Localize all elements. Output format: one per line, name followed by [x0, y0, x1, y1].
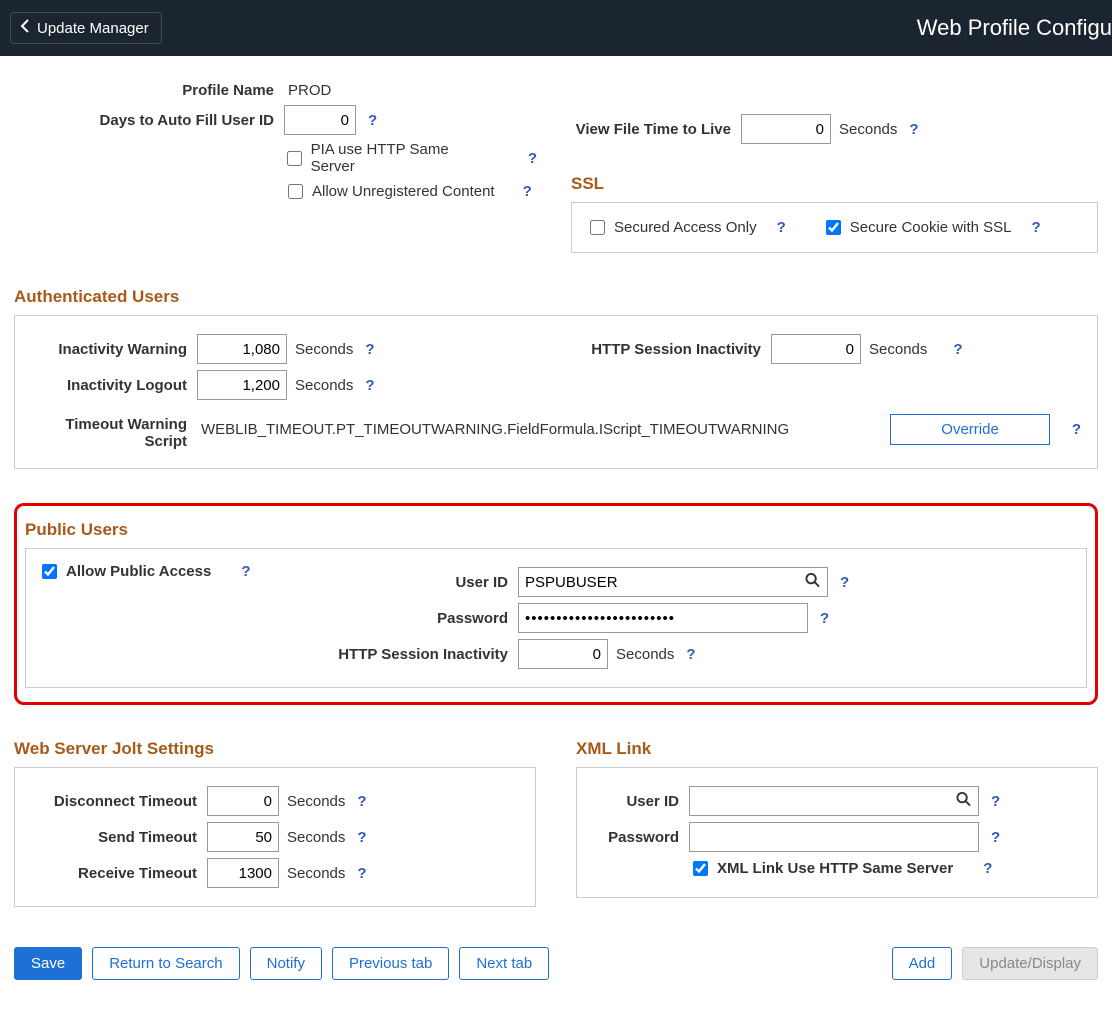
secure-cookie-label: Secure Cookie with SSL	[850, 219, 1012, 236]
help-icon[interactable]: ?	[519, 183, 536, 200]
help-icon[interactable]: ?	[949, 341, 966, 358]
inactivity-logout-input[interactable]	[197, 370, 287, 400]
xml-fieldset: User ID ? Password	[576, 767, 1098, 898]
help-icon[interactable]: ?	[905, 121, 922, 138]
view-file-ttl-label: View File Time to Live	[571, 121, 741, 138]
previous-tab-button[interactable]: Previous tab	[332, 947, 449, 980]
seconds-unit: Seconds	[287, 865, 345, 882]
help-icon[interactable]: ?	[1068, 421, 1085, 438]
seconds-unit: Seconds	[287, 793, 345, 810]
help-icon[interactable]: ?	[524, 150, 541, 167]
disconnect-input[interactable]	[207, 786, 279, 816]
page-title: Web Profile Configu	[917, 15, 1112, 41]
xml-same-server-label: XML Link Use HTTP Same Server	[717, 860, 953, 877]
send-input[interactable]	[207, 822, 279, 852]
public-users-highlight: Public Users Allow Public Access ? User …	[14, 503, 1098, 705]
help-icon[interactable]: ?	[237, 563, 254, 580]
notify-button[interactable]: Notify	[250, 947, 322, 980]
ssl-box: Secured Access Only ? Secure Cookie with…	[571, 202, 1098, 253]
xml-same-server-checkbox[interactable]	[693, 861, 708, 876]
allow-public-checkbox[interactable]	[42, 564, 57, 579]
help-icon[interactable]: ?	[353, 793, 370, 810]
seconds-unit: Seconds	[839, 121, 897, 138]
help-icon[interactable]: ?	[364, 112, 381, 129]
public-userid-label: User ID	[318, 574, 518, 591]
help-icon[interactable]: ?	[353, 829, 370, 846]
allow-public-label: Allow Public Access	[66, 563, 211, 580]
public-http-session-input[interactable]	[518, 639, 608, 669]
jolt-title: Web Server Jolt Settings	[14, 739, 536, 759]
top-bar: Update Manager Web Profile Configu	[0, 0, 1112, 56]
seconds-unit: Seconds	[869, 341, 927, 358]
seconds-unit: Seconds	[295, 377, 353, 394]
http-session-input[interactable]	[771, 334, 861, 364]
help-icon[interactable]: ?	[361, 377, 378, 394]
receive-input[interactable]	[207, 858, 279, 888]
timeout-script-value: WEBLIB_TIMEOUT.PT_TIMEOUTWARNING.FieldFo…	[197, 421, 789, 438]
help-icon[interactable]: ?	[682, 646, 699, 663]
help-icon[interactable]: ?	[987, 793, 1004, 810]
receive-label: Receive Timeout	[27, 865, 207, 882]
timeout-script-label: Timeout Warning Script	[27, 414, 197, 450]
xml-title: XML Link	[576, 739, 1098, 759]
seconds-unit: Seconds	[616, 646, 674, 663]
disconnect-label: Disconnect Timeout	[27, 793, 207, 810]
view-file-ttl-input[interactable]	[741, 114, 831, 144]
help-icon[interactable]: ?	[773, 219, 790, 236]
help-icon[interactable]: ?	[987, 829, 1004, 846]
xml-userid-input[interactable]	[689, 786, 979, 816]
inactivity-logout-label: Inactivity Logout	[27, 377, 197, 394]
next-tab-button[interactable]: Next tab	[459, 947, 549, 980]
chevron-left-icon	[19, 19, 31, 37]
add-button[interactable]: Add	[892, 947, 953, 980]
override-button[interactable]: Override	[890, 414, 1050, 445]
http-session-label: HTTP Session Inactivity	[571, 341, 771, 358]
allow-unreg-label: Allow Unregistered Content	[312, 183, 495, 200]
inactivity-warning-label: Inactivity Warning	[27, 341, 197, 358]
help-icon[interactable]: ?	[979, 860, 996, 877]
secured-access-checkbox[interactable]	[590, 220, 605, 235]
help-icon[interactable]: ?	[816, 610, 833, 627]
help-icon[interactable]: ?	[353, 865, 370, 882]
public-userid-input[interactable]	[518, 567, 828, 597]
seconds-unit: Seconds	[295, 341, 353, 358]
xml-userid-label: User ID	[589, 793, 689, 810]
auth-title: Authenticated Users	[14, 287, 1098, 307]
back-button[interactable]: Update Manager	[10, 12, 162, 44]
help-icon[interactable]: ?	[836, 574, 853, 591]
help-icon[interactable]: ?	[361, 341, 378, 358]
search-icon[interactable]	[805, 573, 820, 592]
public-password-input[interactable]	[518, 603, 808, 633]
auth-fieldset: Inactivity Warning Seconds ? Inactivity …	[14, 315, 1098, 469]
days-autofill-input[interactable]	[284, 105, 356, 135]
seconds-unit: Seconds	[287, 829, 345, 846]
ssl-title: SSL	[571, 174, 1098, 194]
public-fieldset: Allow Public Access ? User ID	[25, 548, 1087, 688]
public-title: Public Users	[25, 520, 1087, 540]
days-autofill-label: Days to Auto Fill User ID	[14, 112, 284, 129]
profile-name-value: PROD	[284, 82, 331, 99]
pia-same-server-checkbox[interactable]	[287, 151, 302, 166]
xml-password-input[interactable]	[689, 822, 979, 852]
return-button[interactable]: Return to Search	[92, 947, 239, 980]
profile-name-label: Profile Name	[14, 82, 284, 99]
public-http-session-label: HTTP Session Inactivity	[318, 646, 518, 663]
xml-password-label: Password	[589, 829, 689, 846]
help-icon[interactable]: ?	[1028, 219, 1045, 236]
button-bar: Save Return to Search Notify Previous ta…	[14, 947, 1098, 980]
save-button[interactable]: Save	[14, 947, 82, 980]
update-display-button[interactable]: Update/Display	[962, 947, 1098, 980]
search-icon[interactable]	[956, 792, 971, 811]
secure-cookie-checkbox[interactable]	[826, 220, 841, 235]
inactivity-warning-input[interactable]	[197, 334, 287, 364]
back-button-label: Update Manager	[37, 20, 149, 37]
secured-access-label: Secured Access Only	[614, 219, 757, 236]
pia-same-server-label: PIA use HTTP Same Server	[311, 141, 496, 175]
public-password-label: Password	[318, 610, 518, 627]
allow-unreg-checkbox[interactable]	[288, 184, 303, 199]
jolt-fieldset: Disconnect Timeout Seconds ? Send Timeou…	[14, 767, 536, 907]
send-label: Send Timeout	[27, 829, 207, 846]
